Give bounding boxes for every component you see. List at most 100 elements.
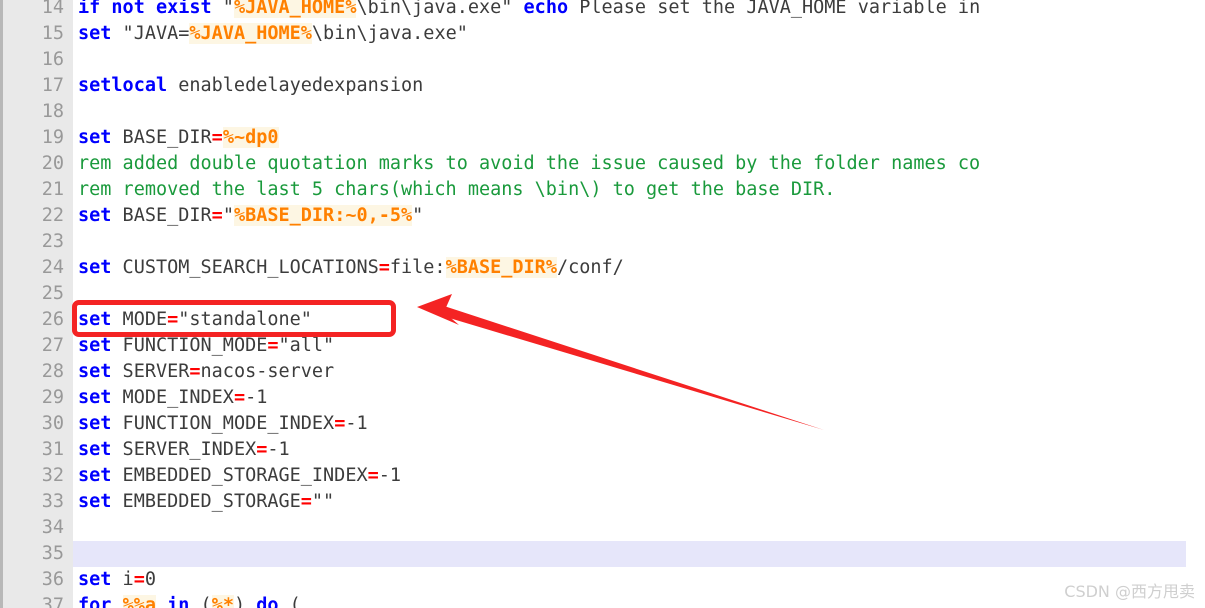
token-kw: set [78, 335, 112, 356]
code-line-text[interactable]: set FUNCTION_MODE="all" [78, 333, 334, 359]
code-line-text[interactable]: set CUSTOM_SEARCH_LOCATIONS=file:%BASE_D… [78, 255, 624, 281]
line-number[interactable]: 25 [0, 281, 64, 307]
token-pln: -1 [245, 387, 268, 408]
code-editor[interactable]: 14 if not exist "%JAVA_HOME%\bin\java.exe… [0, 0, 1205, 608]
code-line-text[interactable]: set i=0 [78, 567, 156, 593]
token-eq: = [233, 387, 246, 408]
line-number[interactable]: 35 [0, 541, 64, 567]
code-line[interactable]: 17 setlocal enabledelayedexpansion [0, 73, 1205, 99]
code-line-text[interactable]: setlocal enabledelayedexpansion [78, 73, 423, 99]
line-number[interactable]: 19 [0, 125, 64, 151]
code-line-text[interactable]: rem added double quotation marks to avoi… [78, 151, 980, 177]
token-var: %BASE_DIR% [445, 257, 557, 278]
line-number[interactable]: 37 [0, 593, 64, 608]
token-pln: "standalone" [178, 309, 312, 330]
token-pln: SERVER_INDEX [111, 439, 257, 460]
line-number[interactable]: 15 [0, 21, 64, 47]
token-kw: set [78, 465, 112, 486]
token-kw: set [78, 413, 112, 434]
line-number[interactable]: 18 [0, 99, 64, 125]
code-line[interactable]: 36 set i=0 [0, 567, 1205, 593]
code-line[interactable]: 34 [0, 515, 1205, 541]
code-line-text[interactable]: rem removed the last 5 chars(which means… [78, 177, 835, 203]
line-number[interactable]: 27 [0, 333, 64, 359]
code-line-text[interactable]: set "JAVA=%JAVA_HOME%\bin\java.exe" [78, 21, 468, 47]
token-eq: = [167, 309, 179, 330]
token-kw: set [78, 491, 112, 512]
line-number[interactable]: 16 [0, 47, 64, 73]
code-line[interactable]: 18 [0, 99, 1205, 125]
code-line[interactable]: 21 rem removed the last 5 chars(which mea… [0, 177, 1205, 203]
line-number[interactable]: 30 [0, 411, 64, 437]
token-eq: = [300, 491, 312, 512]
code-line-text[interactable]: set MODE="standalone" [78, 307, 312, 333]
line-number[interactable]: 23 [0, 229, 64, 255]
code-line[interactable]: 24 set CUSTOM_SEARCH_LOCATIONS=file:%BASE… [0, 255, 1205, 281]
token-var: %JAVA_HOME% [189, 23, 312, 44]
line-number[interactable]: 32 [0, 463, 64, 489]
line-number[interactable]: 22 [0, 203, 64, 229]
code-line-text[interactable]: set SERVER=nacos-server [78, 359, 334, 385]
token-pln: ) [233, 595, 257, 608]
code-line-text[interactable]: set MODE_INDEX=-1 [78, 385, 267, 411]
token-pln: SERVER [111, 361, 190, 382]
code-line[interactable]: 32 set EMBEDDED_STORAGE_INDEX=-1 [0, 463, 1205, 489]
code-line[interactable]: 20 rem added double quotation marks to av… [0, 151, 1205, 177]
code-line[interactable]: 16 [0, 47, 1205, 73]
line-number[interactable]: 31 [0, 437, 64, 463]
token-pln: "" [311, 491, 335, 512]
code-line-text[interactable]: if not exist "%JAVA_HOME%\bin\java.exe" … [78, 0, 980, 21]
line-number[interactable]: 20 [0, 151, 64, 177]
code-line[interactable]: 37 for %%a in (%*) do ( [0, 593, 1205, 608]
code-line-text[interactable]: set BASE_DIR="%BASE_DIR:~0,-5%" [78, 203, 423, 229]
token-kw: if not exist [78, 0, 223, 18]
code-line[interactable]: 35 [0, 541, 1205, 567]
token-eq: = [334, 413, 346, 434]
token-var: %BASE_DIR:~0,-5% [233, 205, 413, 226]
line-number[interactable]: 36 [0, 567, 64, 593]
line-number[interactable]: 33 [0, 489, 64, 515]
code-line-text[interactable]: set BASE_DIR=%~dp0 [78, 125, 279, 151]
code-line[interactable]: 27 set FUNCTION_MODE="all" [0, 333, 1205, 359]
line-number[interactable]: 17 [0, 73, 64, 99]
token-pln: EMBEDDED_STORAGE_INDEX [111, 465, 368, 486]
token-eq: = [189, 361, 201, 382]
token-pln: "JAVA= [111, 23, 190, 44]
code-content[interactable]: 14 if not exist "%JAVA_HOME%\bin\java.exe… [0, 0, 1205, 608]
token-pln: /conf/ [556, 257, 624, 278]
code-line[interactable]: 25 [0, 281, 1205, 307]
token-pln: i [111, 569, 134, 590]
code-line-text[interactable]: set EMBEDDED_STORAGE="" [78, 489, 334, 515]
code-line[interactable]: 31 set SERVER_INDEX=-1 [0, 437, 1205, 463]
code-line-text[interactable]: set FUNCTION_MODE_INDEX=-1 [78, 411, 368, 437]
code-line[interactable]: 29 set MODE_INDEX=-1 [0, 385, 1205, 411]
token-kw: set [78, 387, 112, 408]
token-pln: MODE_INDEX [111, 387, 234, 408]
line-number[interactable]: 14 [0, 0, 64, 21]
line-number[interactable]: 26 [0, 307, 64, 333]
code-line[interactable]: 33 set EMBEDDED_STORAGE="" [0, 489, 1205, 515]
line-number[interactable]: 29 [0, 385, 64, 411]
code-line[interactable]: 15 set "JAVA=%JAVA_HOME%\bin\java.exe" [0, 21, 1205, 47]
token-pln: -1 [345, 413, 368, 434]
line-number[interactable]: 34 [0, 515, 64, 541]
token-var: %* [211, 595, 234, 608]
code-line[interactable]: 19 set BASE_DIR=%~dp0 [0, 125, 1205, 151]
code-line-text[interactable]: set SERVER_INDEX=-1 [78, 437, 290, 463]
token-kw: echo [523, 0, 569, 18]
code-line[interactable]: 22 set BASE_DIR="%BASE_DIR:~0,-5%" [0, 203, 1205, 229]
token-kw: set [78, 309, 112, 330]
code-line[interactable]: 23 [0, 229, 1205, 255]
token-kw: do [256, 595, 279, 608]
token-eq: = [256, 439, 268, 460]
code-line[interactable]: 30 set FUNCTION_MODE_INDEX=-1 [0, 411, 1205, 437]
token-pln: FUNCTION_MODE_INDEX [111, 413, 335, 434]
code-line-text[interactable]: for %%a in (%*) do ( [78, 593, 301, 608]
code-line[interactable]: 26 set MODE="standalone" [0, 307, 1205, 333]
code-line[interactable]: 14 if not exist "%JAVA_HOME%\bin\java.exe… [0, 0, 1205, 21]
code-line-text[interactable]: set EMBEDDED_STORAGE_INDEX=-1 [78, 463, 401, 489]
line-number[interactable]: 24 [0, 255, 64, 281]
line-number[interactable]: 21 [0, 177, 64, 203]
code-line[interactable]: 28 set SERVER=nacos-server [0, 359, 1205, 385]
line-number[interactable]: 28 [0, 359, 64, 385]
